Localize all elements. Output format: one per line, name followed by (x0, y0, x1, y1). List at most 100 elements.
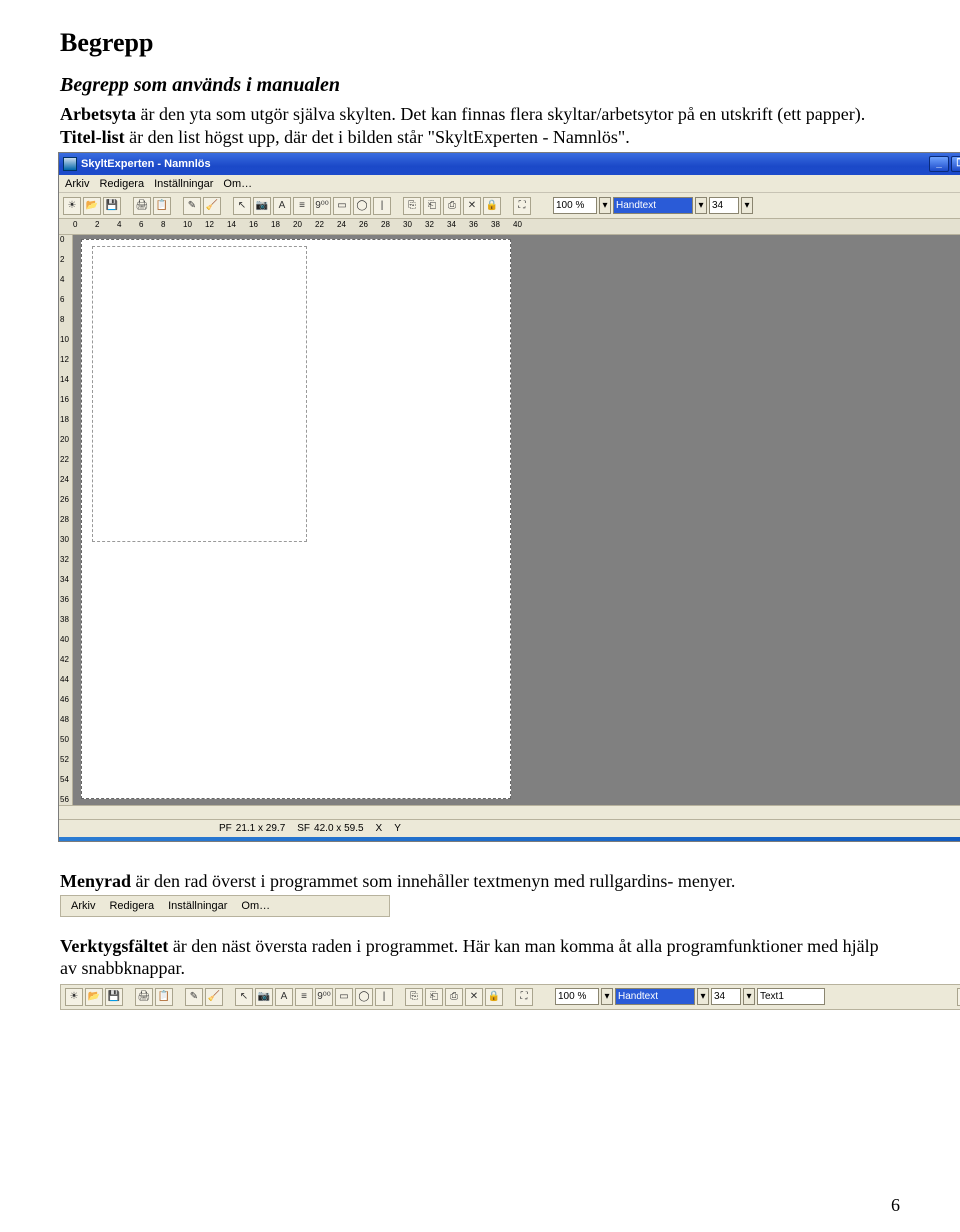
separator (173, 197, 181, 215)
chevron-down-icon[interactable]: ▾ (697, 988, 709, 1005)
text-icon[interactable]: A (273, 197, 291, 215)
new-icon[interactable]: ☀ (63, 197, 81, 215)
save-icon[interactable]: 💾 (103, 197, 121, 215)
rotate-icon[interactable]: 9⁰⁰ (313, 197, 331, 215)
copy-icon[interactable]: ⎘ (405, 988, 423, 1006)
new-icon[interactable]: ☀ (65, 988, 83, 1006)
menu-arkiv[interactable]: Arkiv (65, 178, 89, 190)
chevron-down-icon[interactable]: ▾ (741, 197, 753, 214)
menu-om[interactable]: Om… (223, 178, 252, 190)
zoom-dropdown[interactable]: 100 % (555, 988, 599, 1005)
pencil-icon[interactable]: ✎ (185, 988, 203, 1006)
circle-icon[interactable]: ◯ (353, 197, 371, 215)
canvas[interactable] (73, 235, 960, 805)
ruler-tick: 34 (447, 220, 456, 229)
preview-icon[interactable]: 📋 (153, 197, 171, 215)
font-dropdown[interactable]: Handtext (615, 988, 695, 1005)
ruler-horizontal: 0246810121416182022242628303234363840 (59, 219, 960, 235)
maximize-button[interactable]: ❐ (951, 156, 960, 172)
ruler-tick: 14 (227, 220, 236, 229)
open-icon[interactable]: 📂 (83, 197, 101, 215)
paste-icon[interactable]: ⎗ (423, 197, 441, 215)
zoom-dropdown[interactable]: 100 % (553, 197, 597, 214)
camera-icon[interactable]: 📷 (255, 988, 273, 1006)
term-verktygsfalt: Verktygsfältet (60, 936, 168, 956)
pointer-icon[interactable]: ↖ (233, 197, 251, 215)
line-icon[interactable]: | (375, 988, 393, 1006)
fullscreen-icon[interactable]: ⛶ (513, 197, 531, 215)
separator (505, 988, 513, 1006)
menu-arkiv[interactable]: Arkiv (71, 900, 95, 912)
menu-bar: Arkiv Redigera Inställningar Om… (59, 175, 960, 193)
ruler-tick: 30 (60, 535, 69, 544)
ruler-tick: 32 (425, 220, 434, 229)
menu-installningar[interactable]: Inställningar (168, 900, 227, 912)
text-icon[interactable]: A (275, 988, 293, 1006)
pencil-icon[interactable]: ✎ (183, 197, 201, 215)
circle-icon[interactable]: ◯ (355, 988, 373, 1006)
line-icon[interactable]: | (373, 197, 391, 215)
chevron-down-icon[interactable]: ▾ (695, 197, 707, 214)
text-field-dropdown[interactable]: Text1 (757, 988, 825, 1005)
chevron-down-icon[interactable]: ▾ (601, 988, 613, 1005)
separator (223, 197, 231, 215)
rect-icon[interactable]: ▭ (333, 197, 351, 215)
print-icon[interactable]: 🖨 (133, 197, 151, 215)
camera-icon[interactable]: 📷 (253, 197, 271, 215)
status-y-label: Y (394, 823, 401, 834)
print-icon[interactable]: 🖨 (135, 988, 153, 1006)
pointer-icon[interactable]: ↖ (235, 988, 253, 1006)
delete-icon[interactable]: ✕ (463, 197, 481, 215)
term-menyrad-definition: är den rad överst i programmet som inneh… (136, 871, 736, 891)
ruler-tick: 20 (60, 435, 69, 444)
delete-icon[interactable]: ✕ (465, 988, 483, 1006)
lock-icon[interactable]: 🔒 (483, 197, 501, 215)
lock-icon[interactable]: 🔒 (485, 988, 503, 1006)
page-subheading: Begrepp som används i manualen (60, 74, 900, 97)
brush-icon[interactable]: 🧹 (205, 988, 223, 1006)
cut-icon[interactable]: ⎙ (443, 197, 461, 215)
ruler-tick: 6 (139, 220, 143, 229)
menu-redigera[interactable]: Redigera (99, 178, 144, 190)
chevron-down-icon[interactable]: ▾ (743, 988, 755, 1005)
font-dropdown[interactable]: Handtext (613, 197, 693, 214)
scrollbar-horizontal[interactable] (59, 805, 960, 819)
page-heading: Begrepp (60, 28, 900, 58)
paste-icon[interactable]: ⎗ (425, 988, 443, 1006)
rotate-icon[interactable]: 9⁰⁰ (315, 988, 333, 1006)
lines-icon[interactable]: ≡ (293, 197, 311, 215)
chevron-down-icon[interactable]: ▾ (599, 197, 611, 214)
save-icon[interactable]: 💾 (105, 988, 123, 1006)
ruler-tick: 54 (60, 775, 69, 784)
copy-icon[interactable]: ⎘ (403, 197, 421, 215)
font-size-dropdown[interactable]: 34 (711, 988, 741, 1005)
term-verktygsfalt-definition: är den näst översta raden i programmet. … (60, 936, 879, 979)
menu-om[interactable]: Om… (241, 900, 270, 912)
open-icon[interactable]: 📂 (85, 988, 103, 1006)
ruler-tick: 50 (60, 735, 69, 744)
ruler-tick: 36 (469, 220, 478, 229)
rect-icon[interactable]: ▭ (335, 988, 353, 1006)
status-pf-label: PF (219, 823, 232, 834)
menu-installningar[interactable]: Inställningar (154, 178, 213, 190)
ruler-tick: 0 (73, 220, 77, 229)
menu-redigera[interactable]: Redigera (109, 900, 154, 912)
ruler-tick: 36 (60, 595, 69, 604)
ruler-tick: 24 (60, 475, 69, 484)
lines-icon[interactable]: ≡ (295, 988, 313, 1006)
ruler-tick: 38 (60, 615, 69, 624)
brush-icon[interactable]: 🧹 (203, 197, 221, 215)
page-outline (81, 239, 511, 799)
minimize-button[interactable]: _ (929, 156, 949, 172)
ruler-tick: 0 (60, 235, 64, 244)
menubar-figure: Arkiv Redigera Inställningar Om… (60, 895, 390, 917)
preview-icon[interactable]: 📋 (155, 988, 173, 1006)
cut-icon[interactable]: ⎙ (445, 988, 463, 1006)
ruler-tick: 34 (60, 575, 69, 584)
font-size-dropdown[interactable]: 34 (709, 197, 739, 214)
term-arbetsyta: Arbetsyta (60, 104, 136, 124)
fullscreen-icon[interactable]: ⛶ (515, 988, 533, 1006)
ruler-tick: 40 (513, 220, 522, 229)
ruler-tick: 52 (60, 755, 69, 764)
ruler-tick: 12 (205, 220, 214, 229)
